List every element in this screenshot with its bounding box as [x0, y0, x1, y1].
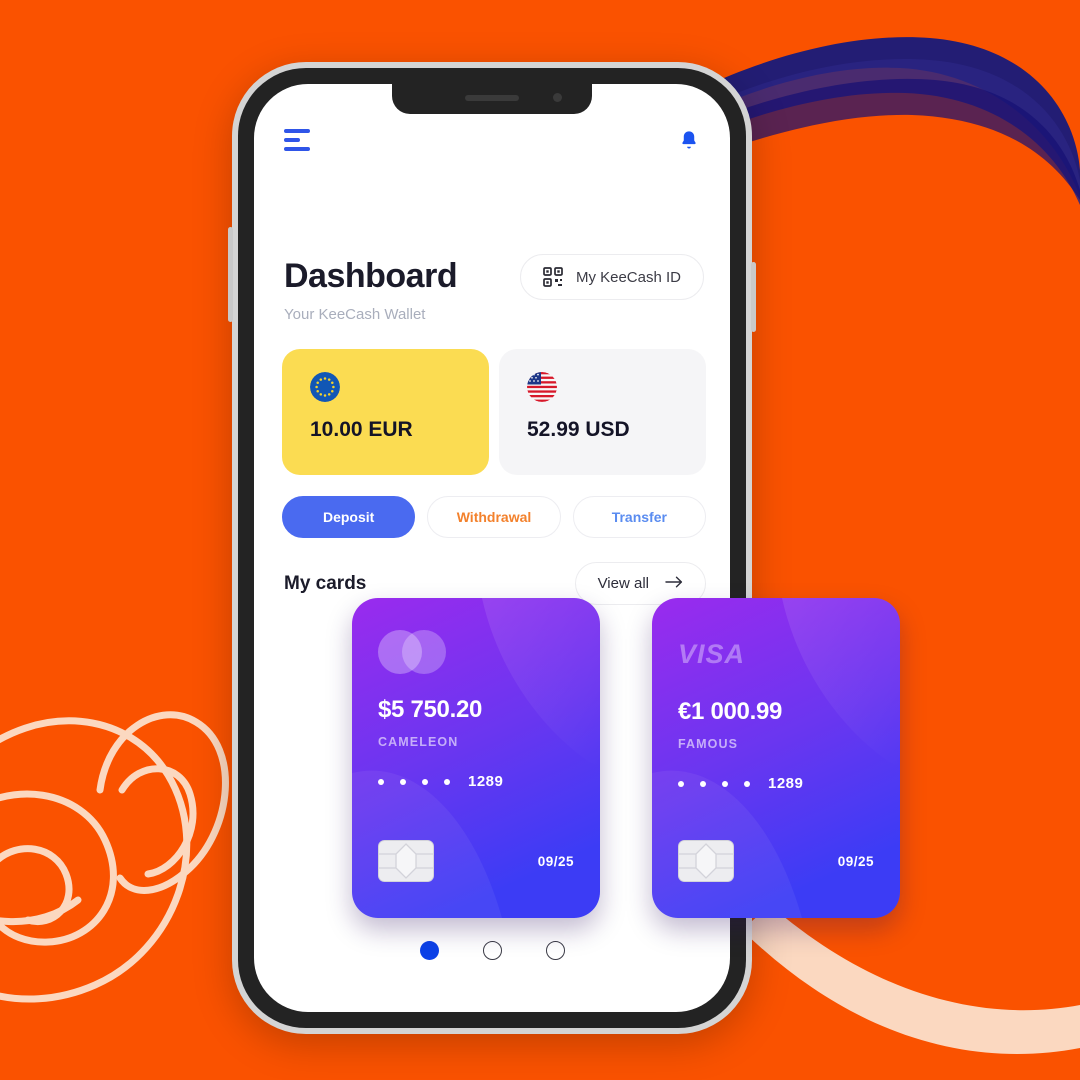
hamburger-menu-icon[interactable]	[284, 129, 310, 151]
phone-power-button[interactable]	[751, 262, 756, 332]
my-keecash-id-button[interactable]: My KeeCash ID	[519, 254, 704, 300]
qr-code-icon	[543, 267, 563, 287]
rose-line-art-decoration	[0, 711, 229, 1003]
card-number-row: 1289	[378, 773, 574, 790]
card-content: $5 750.20 CAMELEON 1289 09/25	[352, 598, 600, 918]
bell-icon[interactable]	[678, 128, 700, 152]
wallet-amount-usd: 52.99 USD	[527, 418, 630, 441]
earpiece-speaker	[465, 95, 519, 101]
cream-swoosh-decoration	[742, 905, 1080, 1054]
dashboard-heading-row: Dashboard My KeeCash ID	[284, 254, 704, 300]
page-subtitle: Your KeeCash Wallet	[284, 306, 426, 323]
front-camera-icon	[553, 93, 562, 102]
my-cards-title: My cards	[284, 572, 367, 594]
card-balance: €1 000.99	[678, 698, 783, 725]
visa-logo-icon: VISA	[678, 639, 746, 669]
card-last-four: 1289	[468, 773, 504, 790]
phone-volume-button[interactable]	[228, 227, 233, 322]
carousel-dot-2[interactable]	[482, 941, 502, 960]
card-owner-name: FAMOUS	[678, 737, 739, 751]
wallet-action-row: Deposit Withdrawal Transfer	[282, 496, 706, 538]
card-footer: 09/25	[378, 840, 574, 882]
my-keecash-id-label: My KeeCash ID	[575, 268, 681, 286]
card-chip-icon	[378, 840, 434, 882]
card-expiry: 09/25	[837, 853, 874, 869]
wallet-balance-row: 10.00 EUR 52.99 USD	[282, 349, 706, 475]
card-owner-name: CAMELEON	[378, 735, 459, 749]
carousel-pagination	[254, 941, 730, 960]
us-flag-icon	[527, 372, 557, 402]
card-balance: $5 750.20	[378, 696, 483, 723]
card-number-row: 1289	[678, 775, 874, 792]
card-expiry: 09/25	[537, 853, 574, 869]
carousel-dot-3[interactable]	[545, 941, 565, 960]
card-masked-digits	[378, 778, 450, 785]
poster-stage: Dashboard My KeeCash ID Your KeeCash Wal…	[0, 0, 1080, 1080]
app-top-bar	[254, 122, 730, 158]
deposit-button[interactable]: Deposit	[282, 496, 416, 538]
mastercard-logo-icon	[378, 630, 454, 674]
phone-notch	[392, 84, 592, 114]
card-last-four: 1289	[768, 775, 804, 792]
view-all-label: View all	[597, 575, 649, 592]
carousel-dot-1[interactable]	[419, 941, 439, 960]
arrow-right-icon	[665, 575, 683, 592]
credit-card-mastercard[interactable]: $5 750.20 CAMELEON 1289 09/25	[352, 598, 600, 918]
page-title: Dashboard	[284, 257, 458, 296]
wallet-card-eur[interactable]: 10.00 EUR	[282, 349, 489, 475]
eu-flag-icon	[310, 372, 340, 402]
card-chip-icon	[678, 840, 734, 882]
wallet-card-usd[interactable]: 52.99 USD	[499, 349, 706, 475]
card-masked-digits	[678, 780, 750, 787]
credit-card-carousel: $5 750.20 CAMELEON 1289 09/25 VISA €1 00…	[352, 598, 1052, 918]
card-content: VISA €1 000.99 FAMOUS 1289 09/25	[652, 598, 900, 918]
withdrawal-button[interactable]: Withdrawal	[427, 496, 561, 538]
transfer-button[interactable]: Transfer	[572, 496, 706, 538]
wallet-amount-eur: 10.00 EUR	[310, 418, 413, 441]
card-footer: 09/25	[678, 840, 874, 882]
credit-card-visa[interactable]: VISA €1 000.99 FAMOUS 1289 09/25	[652, 598, 900, 918]
